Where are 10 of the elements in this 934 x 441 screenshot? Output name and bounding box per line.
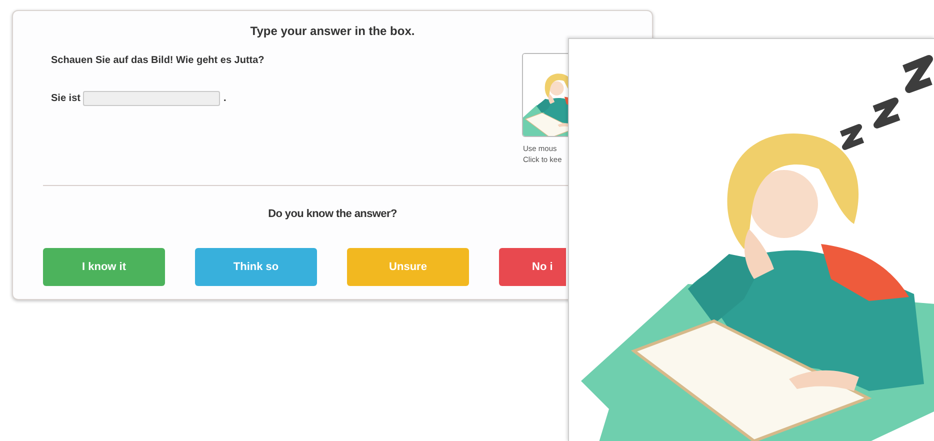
confidence-prompt: Do you know the answer? [267,207,398,222]
answer-prefix: Sie ist [51,93,80,104]
answer-suffix: . [223,93,226,104]
confidence-button[interactable]: Think so [195,248,317,286]
answer-field[interactable] [83,91,220,106]
instruction-text: Type your answer in the box. [249,23,416,40]
confidence-button[interactable]: No i [499,248,566,286]
confidence-button[interactable]: I know it [43,248,165,286]
question-text: Schauen Sie auf das Bild! Wie geht es Jutta? [51,55,266,67]
confidence-button[interactable]: Unsure [347,248,469,286]
